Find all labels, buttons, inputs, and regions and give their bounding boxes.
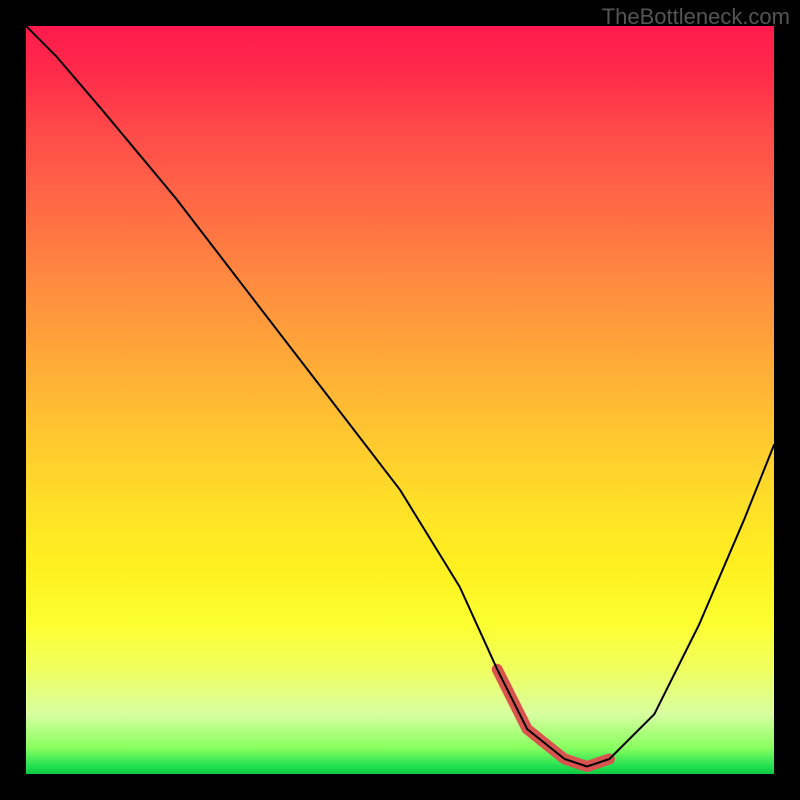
watermark-text: TheBottleneck.com <box>602 4 790 30</box>
chart-background-gradient <box>26 26 774 774</box>
